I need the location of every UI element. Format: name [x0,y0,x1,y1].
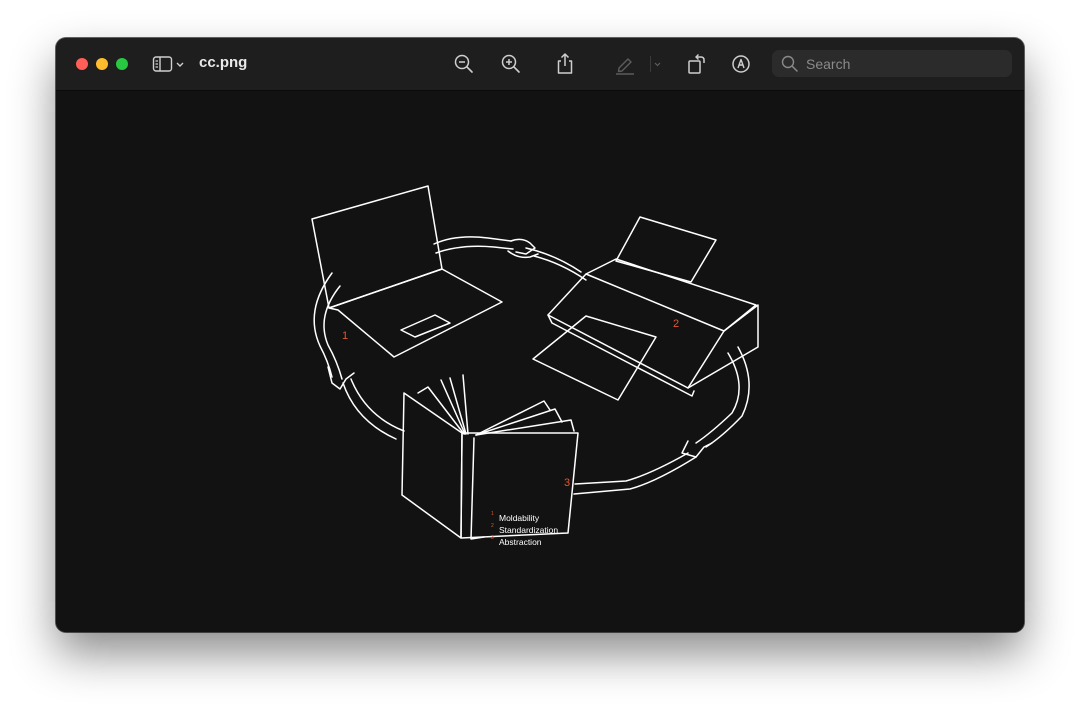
sidebar-toggle-button[interactable] [152,54,188,74]
title-bar: cc.png [56,38,1024,91]
document-title: cc.png [199,54,248,71]
printer-drawing [532,216,759,401]
zoom-out-button[interactable] [452,52,476,76]
minimize-window-button[interactable] [96,58,108,70]
close-window-button[interactable] [76,58,88,70]
marker-1: 1 [342,330,348,342]
list-item: Moldability [499,513,540,523]
list-number: 2 [491,523,494,529]
marker-2: 2 [673,318,679,330]
zoom-out-icon [454,54,473,73]
rotate-button[interactable] [684,52,708,76]
marker-3: 3 [564,477,570,489]
arms-drawing [313,236,750,495]
list-item: Standardization [499,525,558,535]
chevron-down-icon [654,62,661,67]
markup-button[interactable] [729,52,753,76]
maximize-window-button[interactable] [116,58,128,70]
search-field[interactable] [772,50,1012,77]
search-icon [781,55,798,72]
highlight-menu-button[interactable] [650,52,662,76]
book-contents-list: 1 Moldability 2 Standardization 3 Abstra… [491,511,558,547]
rotate-icon [688,54,705,74]
highlight-pen-icon [616,58,634,75]
preview-window: cc.png Search 1 2 3 1 Moldability 2 Stan… [56,38,1024,632]
book-drawing [401,374,579,540]
line-illustration: 1 2 3 1 Moldability 2 Standardization 3 … [311,185,759,547]
zoom-in-button[interactable] [499,52,523,76]
chevron-down-icon [176,62,184,67]
list-item: Abstraction [499,537,542,547]
image-canvas: 1 2 3 1 Moldability 2 Standardization 3 … [56,91,1024,632]
laptop-drawing [311,185,503,358]
zoom-in-icon [501,54,520,73]
sidebar-icon [152,56,184,72]
highlight-button[interactable] [613,52,637,76]
share-button[interactable] [553,52,577,76]
list-number: 1 [491,511,494,517]
search-input[interactable] [804,54,1008,73]
markup-icon [732,55,750,73]
list-number: 3 [491,535,494,541]
share-icon [557,53,573,74]
